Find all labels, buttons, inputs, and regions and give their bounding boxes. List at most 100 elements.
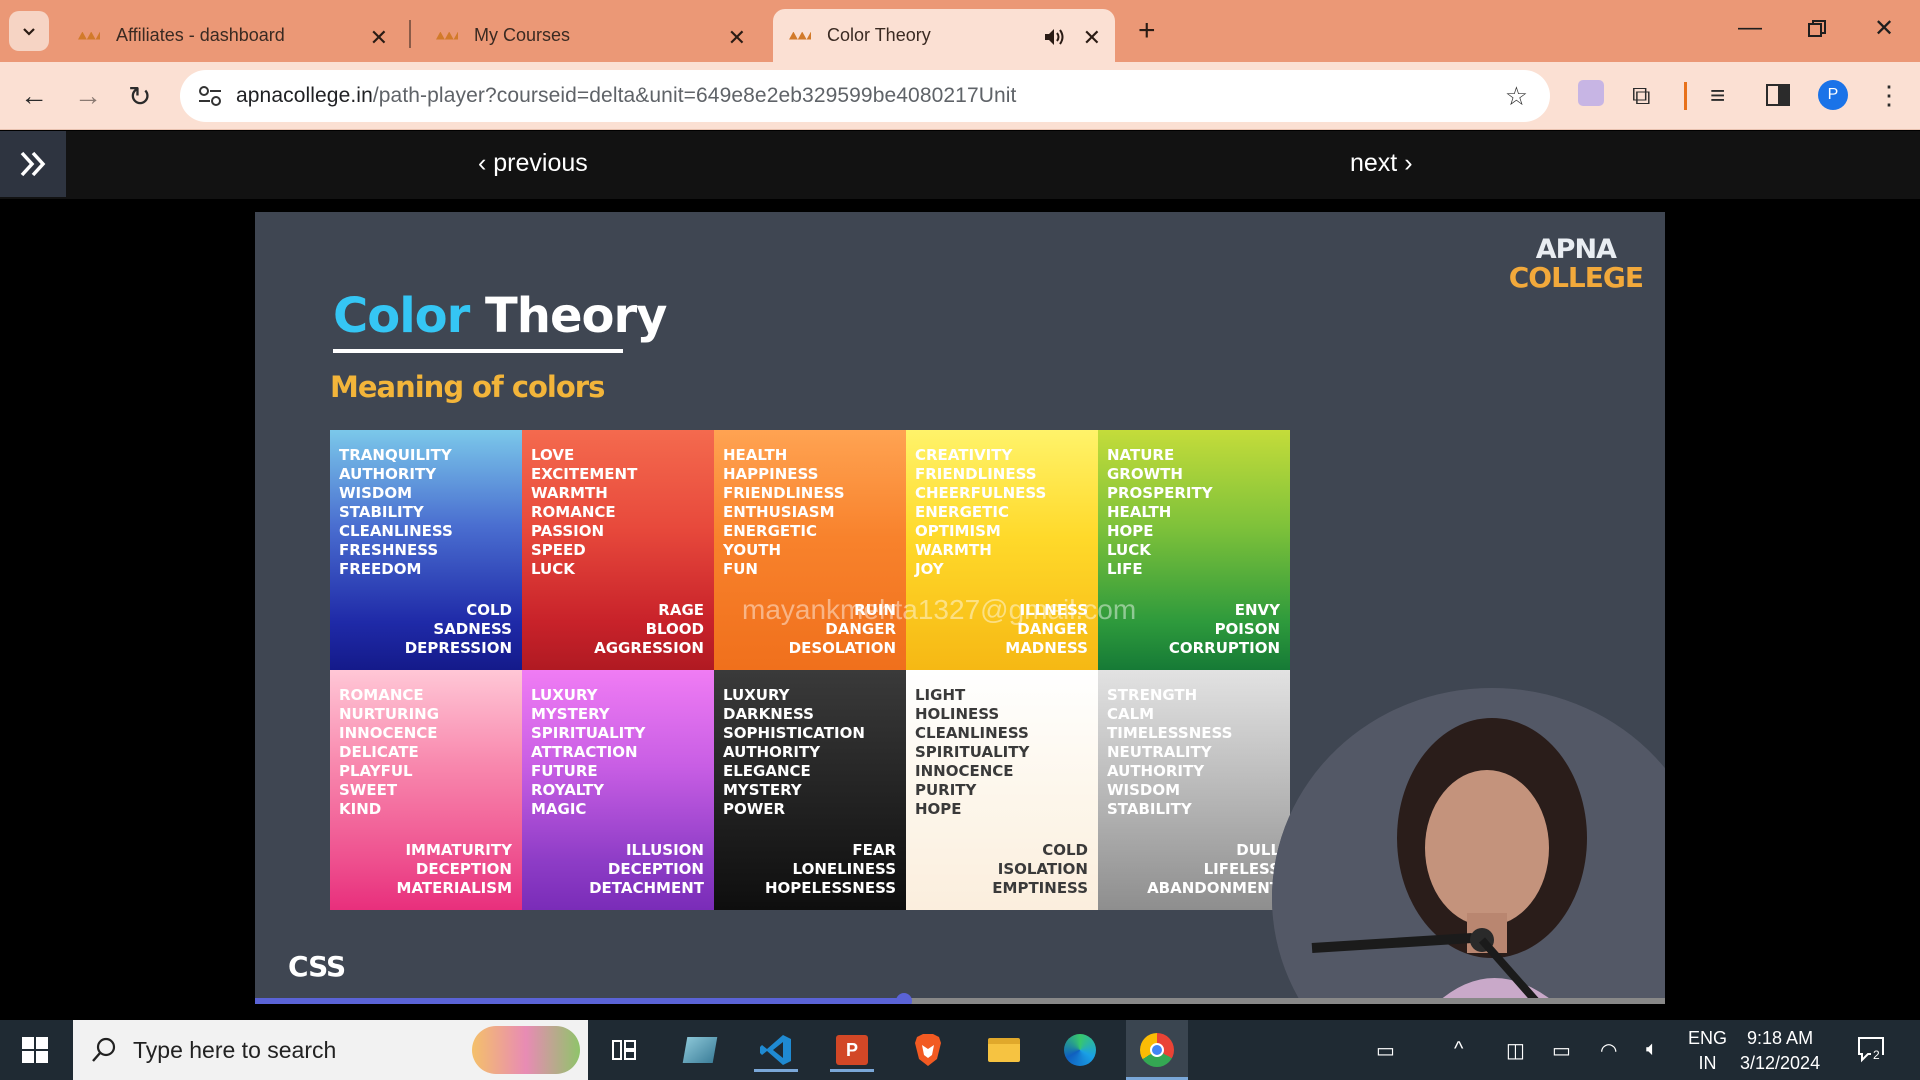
profile-avatar[interactable]: P bbox=[1818, 80, 1848, 110]
brave-browser-icon[interactable] bbox=[906, 1028, 950, 1072]
bookmark-star-icon[interactable]: ☆ bbox=[1505, 81, 1528, 112]
tab-separator bbox=[409, 20, 411, 48]
meaning-word: Authority bbox=[1107, 762, 1205, 780]
close-icon[interactable]: ✕ bbox=[1083, 25, 1101, 51]
slide-footer-label: CSS bbox=[288, 950, 346, 983]
chrome-browser-icon[interactable] bbox=[1126, 1020, 1188, 1080]
meaning-word: Dull bbox=[1236, 841, 1280, 859]
window-close-icon[interactable]: ✕ bbox=[1874, 14, 1894, 43]
positive-meanings: Health Happiness Friendliness Enthusiasm Ene… bbox=[723, 446, 897, 579]
restore-icon[interactable] bbox=[1808, 20, 1826, 38]
meaning-word: Calm bbox=[1107, 705, 1155, 723]
meaning-word: Emptiness bbox=[992, 879, 1088, 897]
close-icon[interactable]: ✕ bbox=[728, 25, 746, 51]
meaning-word: Luck bbox=[531, 560, 575, 578]
powerpoint-icon[interactable]: P bbox=[830, 1028, 874, 1072]
url-domain: apnacollege.in bbox=[236, 84, 373, 107]
next-button[interactable]: next › bbox=[1350, 149, 1413, 178]
meaning-word: Magic bbox=[531, 800, 587, 818]
meaning-word: Future bbox=[531, 762, 598, 780]
meaning-word: Nurturing bbox=[339, 705, 440, 723]
tab-search-button[interactable] bbox=[9, 11, 49, 51]
previous-button[interactable]: ‹ previous bbox=[478, 149, 588, 178]
meaning-word: Stability bbox=[1107, 800, 1192, 818]
meaning-word: Darkness bbox=[723, 705, 814, 723]
next-label: next bbox=[1350, 149, 1398, 177]
notifications-icon[interactable]: 2 bbox=[1856, 1034, 1886, 1070]
meaning-word: Innocence bbox=[339, 724, 438, 742]
meaning-word: Poison bbox=[1214, 620, 1280, 638]
meaning-word: Fear bbox=[852, 841, 896, 859]
meaning-word: Excitement bbox=[531, 465, 638, 483]
meaning-word: Madness bbox=[1005, 639, 1088, 657]
media-controls-icon[interactable]: ≡ bbox=[1710, 80, 1725, 111]
volume-icon[interactable]: 🔈︎ bbox=[1646, 1038, 1658, 1061]
file-explorer-icon[interactable] bbox=[982, 1028, 1026, 1072]
meaning-word: Cheerfulness bbox=[915, 484, 1047, 502]
tab-my-courses[interactable]: My Courses ✕ bbox=[420, 9, 760, 62]
meaning-word: Elegance bbox=[723, 762, 811, 780]
task-view-icon[interactable] bbox=[602, 1028, 646, 1072]
extensions-puzzle-icon[interactable]: ⧉ bbox=[1632, 80, 1651, 112]
meaning-word: Illusion bbox=[625, 841, 704, 859]
color-cell: Love Excitement Warmth Romance Passion Speed L… bbox=[522, 430, 714, 670]
meaning-word: Energetic bbox=[723, 522, 817, 540]
meaning-word: Timelessness bbox=[1107, 724, 1233, 742]
new-tab-button[interactable]: + bbox=[1138, 14, 1156, 48]
side-panel-icon[interactable] bbox=[1766, 84, 1790, 106]
omnibox[interactable]: apnacollege.in/path-player?courseid=delt… bbox=[180, 70, 1550, 122]
edge-browser-icon[interactable] bbox=[1058, 1028, 1102, 1072]
meet-now-icon[interactable]: ◫ bbox=[1506, 1038, 1525, 1063]
show-hidden-icons-chevron-up-icon[interactable]: ^ bbox=[1454, 1038, 1463, 1061]
tab-affiliates[interactable]: Affiliates - dashboard ✕ bbox=[62, 9, 402, 62]
meaning-word: Tranquility bbox=[339, 446, 452, 464]
menu-kebab-icon[interactable]: ⋮ bbox=[1876, 80, 1902, 111]
meaning-word: Loneliness bbox=[792, 860, 896, 878]
windows-start-icon[interactable] bbox=[22, 1037, 48, 1063]
extension-icon[interactable] bbox=[1578, 80, 1604, 106]
minimize-icon[interactable]: — bbox=[1738, 14, 1762, 42]
reload-icon[interactable]: ↻ bbox=[128, 80, 151, 113]
forward-icon[interactable]: → bbox=[74, 80, 102, 112]
color-meaning-grid: Tranquility Authority Wisdom Stability Clean… bbox=[330, 430, 1290, 910]
url-text[interactable]: apnacollege.in/path-player?courseid=delt… bbox=[236, 84, 1016, 108]
meaning-word: Happiness bbox=[723, 465, 819, 483]
meaning-word: Innocence bbox=[915, 762, 1014, 780]
whiteboard-app-icon[interactable] bbox=[678, 1028, 722, 1072]
video-progress-bar[interactable] bbox=[255, 993, 1665, 1004]
progress-scrubber[interactable] bbox=[895, 993, 912, 1004]
action-center-desktop-icon[interactable]: ▭ bbox=[1376, 1038, 1395, 1063]
site-settings-icon[interactable] bbox=[184, 70, 236, 122]
back-icon[interactable]: ← bbox=[20, 80, 48, 112]
meaning-word: Spirituality bbox=[915, 743, 1030, 761]
meaning-word: Mystery bbox=[531, 705, 610, 723]
meaning-word: Cleanliness bbox=[339, 522, 453, 540]
wifi-icon[interactable]: ◠ bbox=[1600, 1038, 1617, 1063]
meaning-word: Joy bbox=[915, 560, 944, 578]
meaning-word: Luck bbox=[1107, 541, 1151, 559]
battery-icon[interactable]: ▭ bbox=[1552, 1038, 1571, 1063]
meaning-word: Youth bbox=[723, 541, 782, 559]
meaning-word: Strength bbox=[1107, 686, 1198, 704]
vscode-icon[interactable] bbox=[754, 1028, 798, 1072]
meaning-word: Hope bbox=[915, 800, 962, 818]
speaker-icon[interactable] bbox=[1043, 27, 1067, 47]
color-cell: Light Holiness Cleanliness Spirituality Inno… bbox=[906, 670, 1098, 910]
meaning-word: Passion bbox=[531, 522, 605, 540]
apna-college-logo: APNA COLLEGE bbox=[1508, 234, 1644, 294]
input-language[interactable]: ENG IN bbox=[1688, 1026, 1727, 1076]
search-icon bbox=[92, 1037, 116, 1062]
meaning-word: Health bbox=[723, 446, 788, 464]
positive-meanings: Luxury Mystery Spirituality Attraction Futur… bbox=[531, 686, 705, 819]
close-icon[interactable]: ✕ bbox=[370, 25, 388, 51]
meaning-word: Friendliness bbox=[915, 465, 1037, 483]
video-player[interactable]: APNA COLLEGE Color Theory Meaning of col… bbox=[255, 212, 1665, 1004]
clock-date: 3/12/2024 bbox=[1740, 1053, 1821, 1073]
tab-color-theory[interactable]: Color Theory ✕ bbox=[773, 9, 1115, 62]
sidebar-toggle-button[interactable] bbox=[0, 131, 66, 197]
meaning-word: Energetic bbox=[915, 503, 1009, 521]
system-clock[interactable]: 9:18 AM 3/12/2024 bbox=[1740, 1026, 1820, 1076]
meaning-word: Delicate bbox=[339, 743, 419, 761]
meaning-word: Freedom bbox=[339, 560, 422, 578]
taskbar-search-box[interactable]: Type here to search bbox=[73, 1020, 588, 1080]
